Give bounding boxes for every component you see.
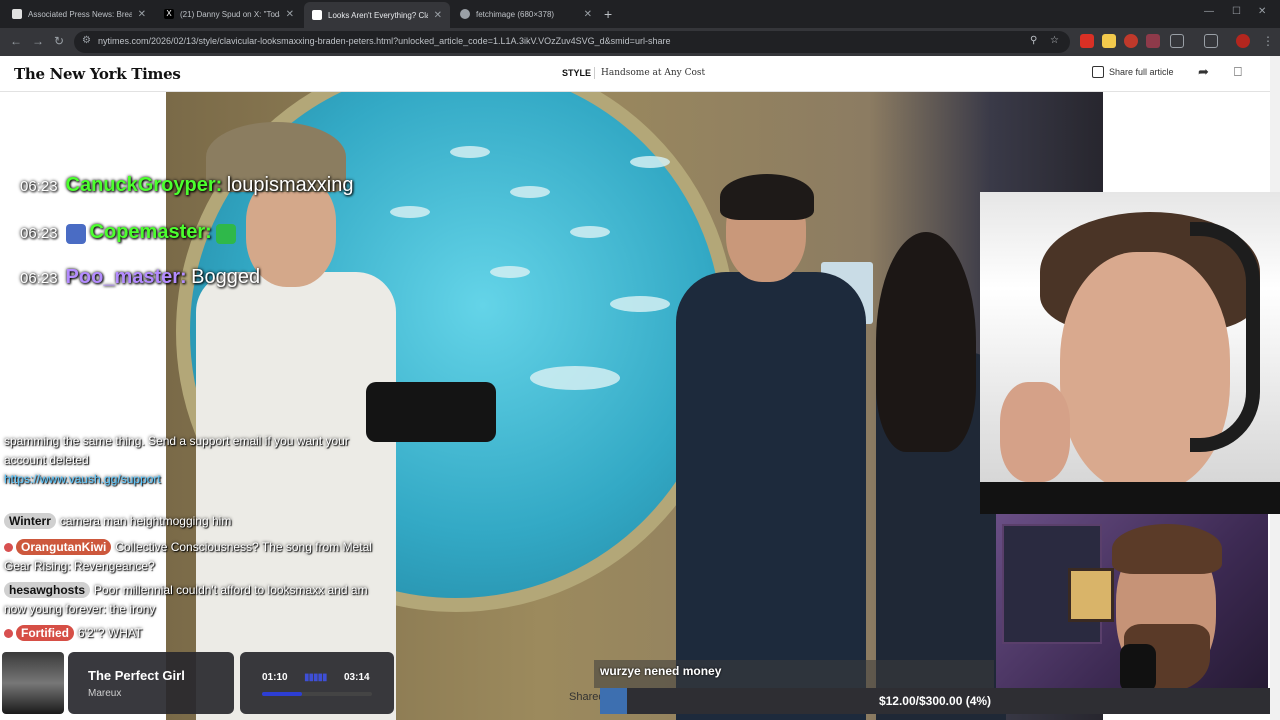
sub-badge-icon — [4, 543, 13, 553]
menu-icon[interactable]: ⋮ — [1262, 34, 1274, 48]
nyt-logo[interactable]: The New York Times — [14, 65, 181, 83]
guest-webcam — [996, 514, 1268, 692]
section-label[interactable]: STYLE — [562, 68, 591, 78]
streamer-webcam — [980, 192, 1280, 514]
x-icon: X — [164, 9, 174, 19]
duration: 03:14 — [344, 672, 370, 683]
site-info-icon[interactable]: ⚙ — [82, 35, 91, 46]
now-playing-widget: The Perfect Girl Mareux 01:10 ▮▮▮▮▮ 03:1… — [0, 652, 394, 716]
close-icon[interactable]: ✕ — [286, 9, 294, 20]
minimize-icon[interactable]: — — [1204, 6, 1214, 17]
man-in-navy-shirt — [676, 174, 876, 720]
progress-fill — [262, 692, 302, 696]
bookmark-icon[interactable]: ⎕ — [1234, 64, 1242, 80]
chat-notice: spamming the same thing. Send a support … — [4, 432, 374, 489]
track-progress: 01:10 ▮▮▮▮▮ 03:14 — [240, 652, 394, 714]
browser-toolbar: ← → ↻ ⚙ nytimes.com/2026/02/13/style/cla… — [0, 28, 1280, 56]
chat-time: 06:23 — [20, 225, 58, 242]
user-badge-icon — [65, 223, 86, 244]
extension-icon[interactable] — [1080, 34, 1094, 48]
tab-title: fetchimage (680×378) — [476, 9, 555, 19]
chat-line-big: 06:23 Copemaster: — [20, 221, 240, 244]
gift-icon — [1092, 66, 1104, 78]
chat-message: loupismaxxing — [226, 174, 354, 196]
back-icon[interactable]: ← — [10, 34, 22, 48]
share-arrow-icon[interactable]: ➦ — [1198, 64, 1209, 80]
chat-username: Fortified — [16, 625, 74, 641]
chat-text: camera man heightmogging him — [59, 514, 232, 528]
camera — [366, 382, 496, 442]
chat-line-big: 06:23 CanuckGroyper: loupismaxxing — [20, 174, 353, 197]
progress-bar — [262, 692, 372, 696]
globe-icon — [460, 9, 470, 19]
url-text[interactable]: nytimes.com/2026/02/13/style/clavicular-… — [98, 36, 670, 46]
extension-icon[interactable] — [1146, 34, 1160, 48]
zoom-icon[interactable]: ⚲ — [1030, 35, 1037, 46]
chat-time: 06:23 — [20, 178, 58, 195]
donation-message: wurzye nened money — [594, 660, 994, 688]
microphone — [1120, 644, 1156, 692]
track-info: The Perfect Girl Mareux — [68, 652, 234, 714]
track-artist: Mareux — [88, 688, 122, 699]
article-headline: Handsome at Any Cost — [601, 68, 706, 78]
browser-tab[interactable]: fetchimage (680×378) ✕ — [452, 4, 600, 24]
chat-message-row: hesawghosts Poor millennial couldn't affo… — [4, 581, 374, 619]
nyt-icon — [312, 10, 322, 20]
browser-tab-bar: Associated Press News: Breakin ✕ X (21) … — [0, 0, 1280, 28]
emote-icon — [216, 223, 237, 244]
chat-username: Poo_master: — [65, 266, 187, 288]
address-bar[interactable]: ⚙ nytimes.com/2026/02/13/style/clavicula… — [74, 31, 1070, 53]
share-label: Share full article — [1109, 67, 1174, 77]
track-title: The Perfect Girl — [88, 668, 185, 683]
close-icon[interactable]: ✕ — [434, 10, 442, 21]
extensions-puzzle-icon[interactable] — [1170, 34, 1184, 48]
side-panel-icon[interactable] — [1204, 34, 1218, 48]
chat-username: Copemaster: — [89, 221, 212, 243]
tab-title: (21) Danny Spud on X: "Today, — [180, 9, 280, 19]
divider — [594, 67, 595, 79]
headphones — [1190, 222, 1260, 452]
browser-tab[interactable]: Associated Press News: Breakin ✕ — [4, 4, 154, 24]
new-tab-icon[interactable]: + — [604, 6, 612, 22]
current-time: 01:10 — [262, 672, 288, 683]
close-icon[interactable]: ✕ — [138, 9, 146, 20]
share-full-article-button[interactable]: Share full article — [1092, 66, 1174, 78]
album-art — [2, 652, 64, 714]
goal-label: $12.00/$300.00 (4%) — [878, 694, 992, 708]
browser-tab[interactable]: X (21) Danny Spud on X: "Today, ✕ — [156, 4, 302, 24]
tab-title: Looks Aren't Everything? Clavic — [328, 10, 428, 20]
chat-line-big: 06:23 Poo_master: Bogged — [20, 266, 260, 289]
bookmark-star-icon[interactable]: ☆ — [1050, 35, 1059, 46]
ap-news-icon — [12, 9, 22, 19]
equalizer-icon: ▮▮▮▮▮ — [304, 672, 327, 683]
donation-text: wurzye nened money — [600, 664, 722, 678]
chat-time: 06:23 — [20, 270, 58, 287]
sub-badge-icon — [4, 629, 13, 639]
chat-message: Bogged — [191, 266, 261, 288]
chat-message-row: Winterr camera man heightmogging him — [4, 512, 374, 531]
extension-icon[interactable] — [1102, 34, 1116, 48]
browser-tab-active[interactable]: Looks Aren't Everything? Clavic ✕ — [304, 2, 450, 28]
chat-message-row: OrangutanKiwi Collective Consciousness? T… — [4, 538, 374, 576]
chat-username: Winterr — [4, 513, 56, 529]
tab-title: Associated Press News: Breakin — [28, 9, 132, 19]
window-close-icon[interactable]: ✕ — [1258, 6, 1266, 17]
notice-text: spamming the same thing. Send a support … — [4, 434, 349, 467]
maximize-icon[interactable]: ☐ — [1232, 6, 1241, 17]
close-icon[interactable]: ✕ — [584, 9, 592, 20]
reload-icon[interactable]: ↻ — [54, 34, 64, 48]
chat-message-row: Fortified 6'2"? WHAT — [4, 624, 374, 643]
forward-icon[interactable]: → — [32, 34, 44, 48]
support-link[interactable]: https://www.vaush.gg/support — [4, 472, 161, 486]
chat-username: OrangutanKiwi — [16, 539, 112, 555]
chat-username: hesawghosts — [4, 582, 91, 598]
chat-text: 6'2"? WHAT — [78, 626, 143, 640]
donation-goal-bar: $12.00/$300.00 (4%) — [600, 688, 1270, 714]
nyt-header: The New York Times STYLE Handsome at Any… — [0, 56, 1270, 92]
chat-username: CanuckGroyper: — [65, 174, 223, 196]
monitor — [1068, 568, 1114, 622]
extension-icon[interactable] — [1124, 34, 1138, 48]
profile-avatar[interactable] — [1236, 34, 1250, 48]
